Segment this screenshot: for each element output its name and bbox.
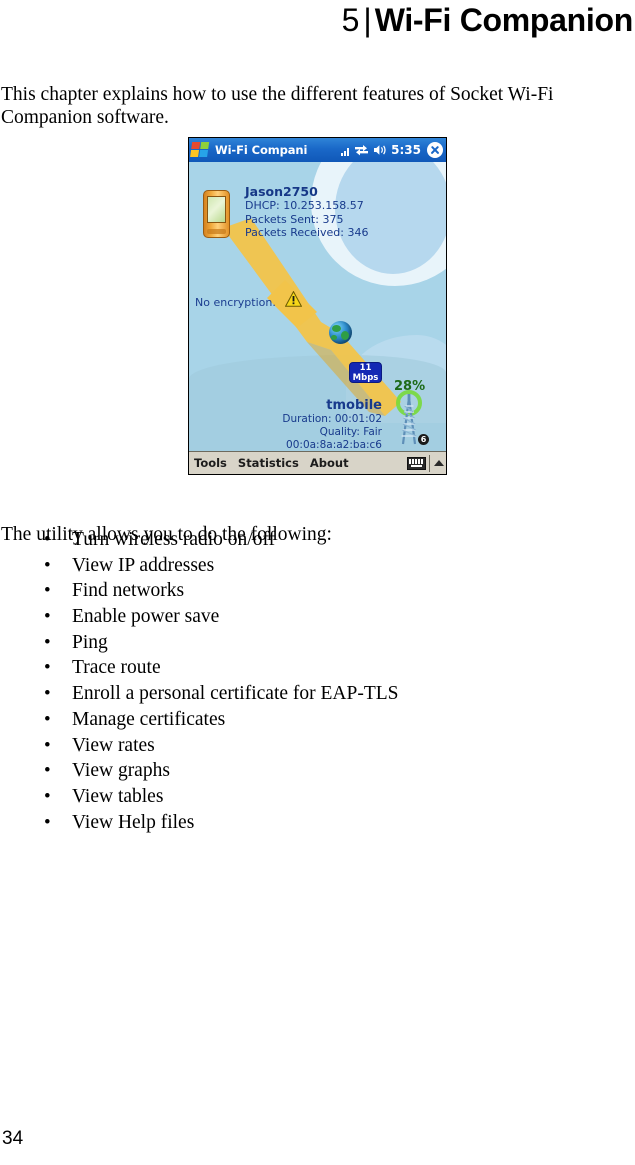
warning-triangle-icon[interactable] [285, 291, 302, 307]
list-item-label: Ping [72, 631, 108, 653]
soft-keyboard-icon[interactable] [407, 456, 426, 470]
list-item-label: View tables [72, 785, 164, 807]
bullet-icon: • [44, 683, 51, 705]
intro-paragraph: This chapter explains how to use the dif… [1, 83, 554, 128]
list-item: • Manage certificates [0, 708, 560, 734]
bullet-icon: • [44, 734, 51, 756]
bullet-icon: • [44, 529, 51, 550]
link-rate-badge: 11 Mbps [349, 362, 382, 383]
list-item-label: View graphs [72, 760, 170, 782]
list-item-label: Find networks [72, 580, 185, 602]
pda-bottom-toolbar: Tools Statistics About [189, 451, 446, 474]
close-x-icon[interactable] [427, 142, 443, 158]
list-item: • Trace route [0, 656, 560, 682]
encryption-status: No encryption. [195, 296, 276, 309]
list-item-label: View Help files [72, 811, 195, 833]
access-point-info: tmobile Duration: 00:01:02 Quality: Fair… [209, 398, 382, 451]
packets-sent: Packets Sent: 375 [245, 212, 344, 226]
client-network-info: Jason2750 DHCP: 10.253.158.57 Packets Se… [245, 184, 368, 240]
menu-tools[interactable]: Tools [194, 456, 227, 470]
access-point-name: tmobile [326, 398, 382, 413]
network-connection-icon[interactable] [354, 144, 369, 156]
connection-duration: Duration: 00:01:02 [282, 413, 382, 425]
list-item-label: Trace route [72, 657, 161, 679]
access-point-mac: 00:0a:8a:a2:ba:c6 [286, 439, 382, 451]
pda-device-icon [203, 190, 230, 238]
connected-ssid: Jason2750 [245, 184, 318, 199]
list-item: • View rates [0, 734, 560, 760]
bullet-icon: • [44, 580, 51, 602]
connection-diagram-canvas: Jason2750 DHCP: 10.253.158.57 Packets Se… [189, 162, 446, 451]
menu-about[interactable]: About [310, 456, 349, 470]
link-rate-unit: Mbps [352, 372, 379, 383]
chapter-separator: | [363, 2, 372, 38]
pda-title-bar: Wi-Fi Companion 5:35 [189, 138, 446, 162]
list-item-label: Manage certificates [72, 708, 226, 730]
list-item: • Turn wireless radio on/off [0, 528, 560, 554]
antenna-tower-icon: 6 [389, 390, 429, 450]
list-item: • View Help files [0, 811, 560, 837]
toolbar-divider [429, 454, 430, 472]
list-item: • View graphs [0, 759, 560, 785]
chapter-title: Wi-Fi Companion [374, 2, 634, 38]
bullet-icon: • [44, 760, 51, 782]
dhcp-address: DHCP: 10.253.158.57 [245, 199, 364, 212]
chapter-number: 5 [341, 2, 360, 38]
list-item: • Ping [0, 631, 560, 657]
signal-bars-icon[interactable] [341, 145, 350, 156]
list-item: • Enable power save [0, 605, 560, 631]
list-item-label: Turn wireless radio on/off [72, 529, 276, 550]
feature-list: • Turn wireless radio on/off • View IP add… [0, 528, 560, 836]
up-arrow-icon[interactable] [434, 460, 444, 466]
wifi-companion-screenshot: Wi-Fi Companion 5:35 [188, 137, 447, 475]
toolbar-right-group [407, 454, 446, 472]
speaker-icon[interactable] [373, 144, 387, 156]
list-item: • View IP addresses [0, 554, 560, 580]
list-item-label: Enroll a personal certificate for EAP-TL… [72, 683, 399, 705]
bullet-icon: • [44, 708, 51, 730]
channel-badge: 6 [418, 434, 429, 445]
windows-flag-icon[interactable] [190, 141, 211, 159]
pda-window-title: Wi-Fi Companion [215, 143, 307, 157]
page-number: 34 [2, 1128, 24, 1149]
bullet-icon: • [44, 785, 51, 807]
bullet-icon: • [44, 606, 51, 628]
bullet-icon: • [44, 657, 51, 679]
clock-time[interactable]: 5:35 [391, 143, 421, 157]
list-item-label: Enable power save [72, 606, 220, 628]
internet-globe-icon [329, 321, 352, 344]
list-item: • Enroll a personal certificate for EAP-T… [0, 682, 560, 708]
bullet-icon: • [44, 554, 51, 576]
bullet-icon: • [44, 631, 51, 653]
menu-statistics[interactable]: Statistics [238, 456, 299, 470]
list-item-label: View rates [72, 734, 155, 756]
list-item-label: View IP addresses [72, 554, 215, 576]
bullet-icon: • [44, 811, 51, 833]
packets-received: Packets Received: 346 [245, 226, 369, 239]
connection-quality: Quality: Fair [319, 426, 382, 438]
list-item: • Find networks [0, 579, 560, 605]
list-item: • View tables [0, 785, 560, 811]
page-title: 5 |Wi-Fi Companion [0, 0, 634, 39]
